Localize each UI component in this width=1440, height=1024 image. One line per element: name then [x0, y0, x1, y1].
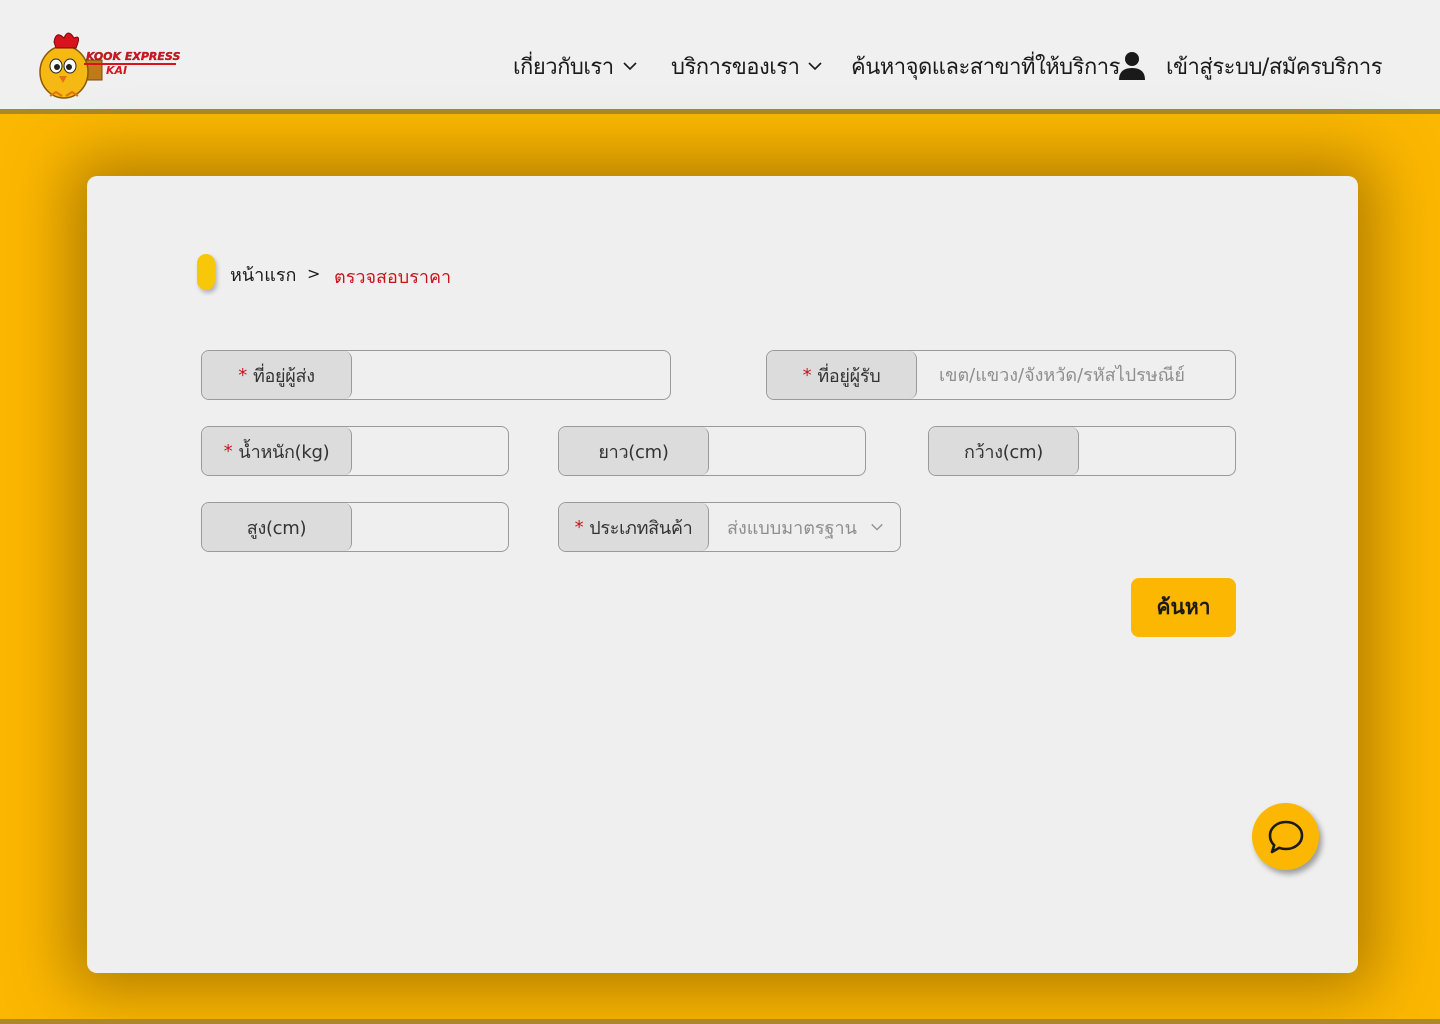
weight-label: * น้ำหนัก(kg): [202, 427, 352, 475]
receiver-address-label-text: ที่อยู่ผู้รับ: [817, 365, 881, 387]
width-label: กว้าง(cm): [929, 427, 1079, 475]
nav-login-label: เข้าสู่ระบบ/สมัครบริการ: [1166, 54, 1383, 80]
length-input[interactable]: [709, 427, 865, 475]
product-type-select[interactable]: ส่งแบบมาตรฐาน: [709, 503, 900, 551]
site-header: KOOK EXPRESS KAI เกี่ยวกับเรา บริการของเ…: [0, 0, 1440, 114]
brand-logo[interactable]: KOOK EXPRESS KAI: [34, 26, 182, 102]
footer-divider: [0, 1019, 1440, 1024]
receiver-address-input[interactable]: [917, 351, 1235, 399]
chevron-down-icon: [622, 62, 637, 71]
product-type-label-text: ประเภทสินค้า: [589, 517, 693, 539]
height-input[interactable]: [352, 503, 508, 551]
nav-about[interactable]: เกี่ยวกับเรา: [513, 46, 638, 86]
chevron-down-icon: [871, 523, 883, 531]
required-mark: *: [574, 516, 584, 538]
receiver-address-label: * ที่อยู่ผู้รับ: [767, 351, 917, 399]
chat-button[interactable]: [1252, 803, 1319, 870]
breadcrumb-current: ตรวจสอบราคา: [334, 267, 452, 288]
required-mark: *: [238, 364, 247, 386]
nav-find-branch-label: ค้นหาจุดและสาขาที่ให้บริการ: [851, 54, 1120, 80]
receiver-address-field: * ที่อยู่ผู้รับ: [766, 350, 1236, 400]
height-field: สูง(cm): [201, 502, 509, 552]
chat-bubble-icon: [1268, 820, 1303, 853]
sender-address-field: * ที่อยู่ผู้ส่ง: [201, 350, 671, 400]
breadcrumb-home[interactable]: หน้าแรก: [230, 260, 296, 289]
nav-find-branch[interactable]: ค้นหาจุดและสาขาที่ให้บริการ: [851, 46, 1120, 86]
nav-login[interactable]: เข้าสู่ระบบ/สมัครบริการ: [1118, 46, 1383, 86]
logo-text-2: KAI: [106, 64, 128, 77]
price-check-card: หน้าแรก > ตรวจสอบราคา * ที่อยู่ผู้ส่ง * …: [87, 176, 1358, 973]
logo-text-1: KOOK EXPRESS: [86, 50, 181, 63]
weight-field: * น้ำหนัก(kg): [201, 426, 509, 476]
sender-address-label-text: ที่อยู่ผู้ส่ง: [252, 365, 315, 387]
required-mark: *: [223, 440, 233, 462]
length-field: ยาว(cm): [558, 426, 866, 476]
chevron-down-icon: [808, 62, 823, 71]
breadcrumb-separator: >: [307, 264, 321, 283]
nav-services[interactable]: บริการของเรา: [671, 46, 823, 86]
breadcrumb-marker: [197, 254, 215, 290]
product-type-label: * ประเภทสินค้า: [559, 503, 709, 551]
height-label: สูง(cm): [202, 503, 352, 551]
length-label: ยาว(cm): [559, 427, 709, 475]
product-type-field: * ประเภทสินค้า ส่งแบบมาตรฐาน: [558, 502, 901, 552]
nav-about-label: เกี่ยวกับเรา: [513, 54, 614, 80]
user-icon: [1119, 52, 1145, 80]
sender-address-input[interactable]: [352, 351, 670, 399]
product-type-selected: ส่งแบบมาตรฐาน: [727, 517, 857, 539]
weight-label-text: น้ำหนัก(kg): [238, 441, 330, 463]
search-button[interactable]: ค้นหา: [1131, 578, 1236, 637]
nav-services-label: บริการของเรา: [671, 54, 800, 80]
weight-input[interactable]: [352, 427, 508, 475]
required-mark: *: [802, 364, 812, 386]
width-input[interactable]: [1079, 427, 1235, 475]
sender-address-label: * ที่อยู่ผู้ส่ง: [202, 351, 352, 399]
width-field: กว้าง(cm): [928, 426, 1236, 476]
